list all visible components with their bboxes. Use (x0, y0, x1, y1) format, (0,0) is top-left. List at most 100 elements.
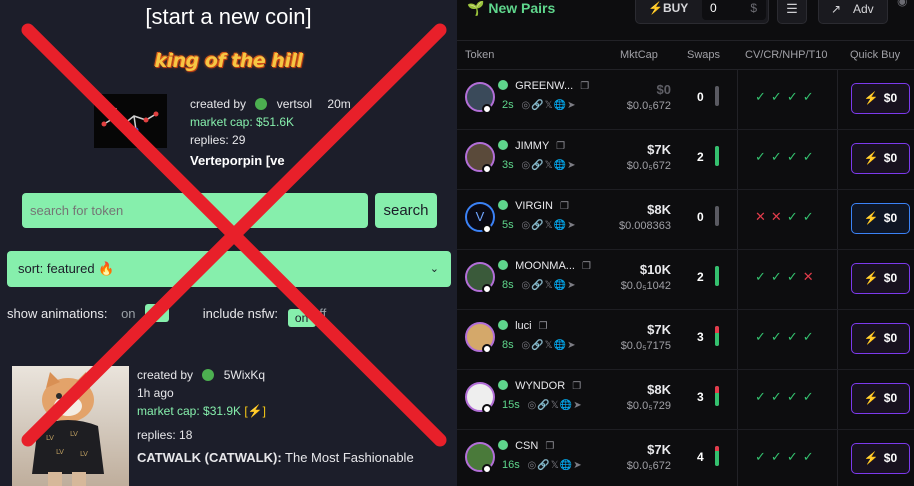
table-row[interactable]: WYNDOR ❐ 15s ◎​🔗​𝕏​🌐​➤ $8K $0.0₅729 3 ✓✓… (457, 370, 914, 430)
token-price: $0.0₅1042 (620, 280, 671, 292)
token-age: 8s (502, 339, 514, 351)
copy-icon[interactable]: ❐ (580, 81, 589, 92)
market-cap: market cap: $31.9K [⚡] (137, 404, 267, 418)
col-checks[interactable]: CV/CR/NHP/T10 (745, 49, 828, 61)
catwalk-coin-image[interactable]: LV LV LV LV (12, 366, 129, 486)
copy-icon[interactable]: ❐ (556, 141, 565, 152)
search-button[interactable]: search (375, 193, 437, 228)
buy-amount-input[interactable]: 0 $ (702, 0, 766, 20)
token-price: $0.0₅672 (626, 100, 671, 112)
pump-icon (498, 320, 508, 330)
buy-toggle[interactable]: ⚡BUY (648, 1, 688, 15)
swap-ratio-bar (715, 326, 719, 346)
pump-icon (498, 200, 508, 210)
copy-icon[interactable]: ❐ (539, 321, 548, 332)
platform-badge-icon (482, 344, 492, 354)
svg-text:LV: LV (70, 430, 78, 438)
animations-on-option[interactable]: on (121, 306, 135, 321)
table-row[interactable]: JIMMY ❐ 3s ◎​🔗​𝕏​🌐​➤ $7K $0.0₅672 2 ✓✓✓✓… (457, 130, 914, 190)
check-icon: ✓ (755, 329, 771, 344)
audit-checks: ✓✓✓✓ (755, 89, 819, 105)
token-name[interactable]: GREENW... (515, 80, 573, 92)
creator-link[interactable]: vertsol (277, 97, 312, 111)
token-name[interactable]: MOONMA... (515, 260, 575, 272)
lightning-icon: ⚡ (863, 151, 879, 165)
settings-icon[interactable]: ◉ (897, 0, 907, 8)
quick-buy-button[interactable]: ⚡ $0 (851, 203, 910, 234)
audit-checks: ✓✓✓✓ (755, 329, 819, 345)
col-swaps[interactable]: Swaps (687, 49, 720, 61)
token-name[interactable]: VIRGIN (515, 200, 553, 212)
check-icon: ✓ (802, 389, 819, 404)
table-row[interactable]: MOONMA... ❐ 8s ◎​🔗​𝕏​🌐​➤ $10K $0.0₅1042 … (457, 250, 914, 310)
king-coin-image[interactable] (94, 94, 167, 148)
check-icon: ✓ (755, 449, 771, 464)
coin-name[interactable]: Verteporpin [ve (190, 152, 351, 170)
col-quick-buy: Quick Buy (850, 49, 901, 61)
search-input[interactable] (22, 193, 368, 228)
pump-icon (498, 80, 508, 90)
social-links-icons[interactable]: ◎​🔗​𝕏​🌐​➤ (521, 100, 576, 111)
pump-icon (498, 260, 508, 270)
quick-buy-button[interactable]: ⚡ $0 (851, 323, 910, 354)
animations-toggle[interactable] (145, 304, 170, 322)
social-links-icons[interactable]: ◎​🔗​𝕏​🌐​➤ (528, 400, 583, 411)
table-row[interactable]: CSN ❐ 16s ◎​🔗​𝕏​🌐​➤ $7K $0.0₅672 4 ✓✓✓✓ … (457, 430, 914, 486)
sort-select[interactable]: sort: featured 🔥 ⌄ (7, 251, 451, 287)
pump-icon (498, 440, 508, 450)
copy-icon[interactable]: ❐ (560, 201, 569, 212)
table-row[interactable]: V VIRGIN ❐ 5s ◎​🔗​𝕏​🌐​➤ $8K $0.008363 0 … (457, 190, 914, 250)
platform-badge-icon (482, 464, 492, 474)
swap-count: 4 (697, 450, 704, 464)
creator-link[interactable]: 5WixKq (224, 368, 265, 382)
quick-buy-button[interactable]: ⚡ $0 (851, 383, 910, 414)
coin-age: 20m (327, 97, 351, 111)
coin-description[interactable]: CATWALK (CATWALK): The Most Fashionable (137, 449, 414, 467)
social-links-icons[interactable]: ◎​🔗​𝕏​🌐​➤ (521, 340, 576, 351)
nsfw-off-option[interactable]: ff (319, 306, 326, 321)
col-mktcap[interactable]: MktCap (620, 49, 658, 61)
filter-button[interactable]: ☰ (777, 0, 807, 24)
social-links-icons[interactable]: ◎​🔗​𝕏​🌐​➤ (521, 220, 576, 231)
copy-icon[interactable]: ❐ (545, 441, 554, 452)
token-name[interactable]: CSN (515, 440, 538, 452)
audit-checks: ✓✓✓✓ (755, 149, 819, 165)
lightning-icon: ⚡ (863, 451, 879, 465)
coin-card-info: created by 5WixKq 1h ago market cap: $31… (137, 366, 414, 467)
social-links-icons[interactable]: ◎​🔗​𝕏​🌐​➤ (521, 280, 576, 291)
quick-buy-button[interactable]: ⚡ $0 (851, 443, 910, 474)
token-name[interactable]: luci (515, 320, 532, 332)
platform-badge-icon (482, 284, 492, 294)
svg-text:LV: LV (46, 434, 54, 442)
nsfw-label: include nsfw: (202, 306, 278, 321)
quick-buy-button[interactable]: ⚡ $0 (851, 263, 910, 294)
new-pairs-panel: 🌱 New Pairs ⚡BUY 0 $ ☰ ↗ Adv ◉ Token Mkt… (457, 0, 914, 486)
nsfw-toggle[interactable]: on (287, 309, 316, 327)
start-new-coin-link[interactable]: [start a new coin] (0, 4, 457, 30)
check-icon: ✓ (786, 269, 803, 284)
col-token[interactable]: Token (465, 49, 494, 61)
check-icon: ✓ (755, 149, 771, 164)
quick-buy-button[interactable]: ⚡ $0 (851, 143, 910, 174)
swap-count: 2 (697, 270, 704, 284)
animations-label: show animations: (7, 306, 108, 321)
audit-checks: ✓✓✓✓ (755, 389, 819, 405)
social-links-icons[interactable]: ◎​🔗​𝕏​🌐​➤ (521, 160, 576, 171)
quick-buy-button[interactable]: ⚡ $0 (851, 83, 910, 114)
table-row[interactable]: luci ❐ 8s ◎​🔗​𝕏​🌐​➤ $7K $0.0₅7175 3 ✓✓✓✓… (457, 310, 914, 370)
token-name[interactable]: WYNDOR (515, 380, 565, 392)
swap-count: 3 (697, 330, 704, 344)
advanced-button[interactable]: ↗ Adv (818, 0, 888, 24)
swap-count: 3 (697, 390, 704, 404)
market-cap: $8K (647, 382, 671, 397)
social-links-icons[interactable]: ◎​🔗​𝕏​🌐​➤ (528, 460, 583, 471)
market-cap: $8K (647, 202, 671, 217)
token-name[interactable]: JIMMY (515, 140, 549, 152)
sell-ratio-fill (715, 386, 719, 393)
copy-icon[interactable]: ❐ (572, 381, 581, 392)
check-icon: ✓ (786, 389, 803, 404)
creator-avatar-icon (202, 369, 215, 381)
table-row[interactable]: GREENW... ❐ 2s ◎​🔗​𝕏​🌐​➤ $0 $0.0₅672 0 ✓… (457, 70, 914, 130)
copy-icon[interactable]: ❐ (582, 261, 591, 272)
swap-count: 0 (697, 210, 704, 224)
